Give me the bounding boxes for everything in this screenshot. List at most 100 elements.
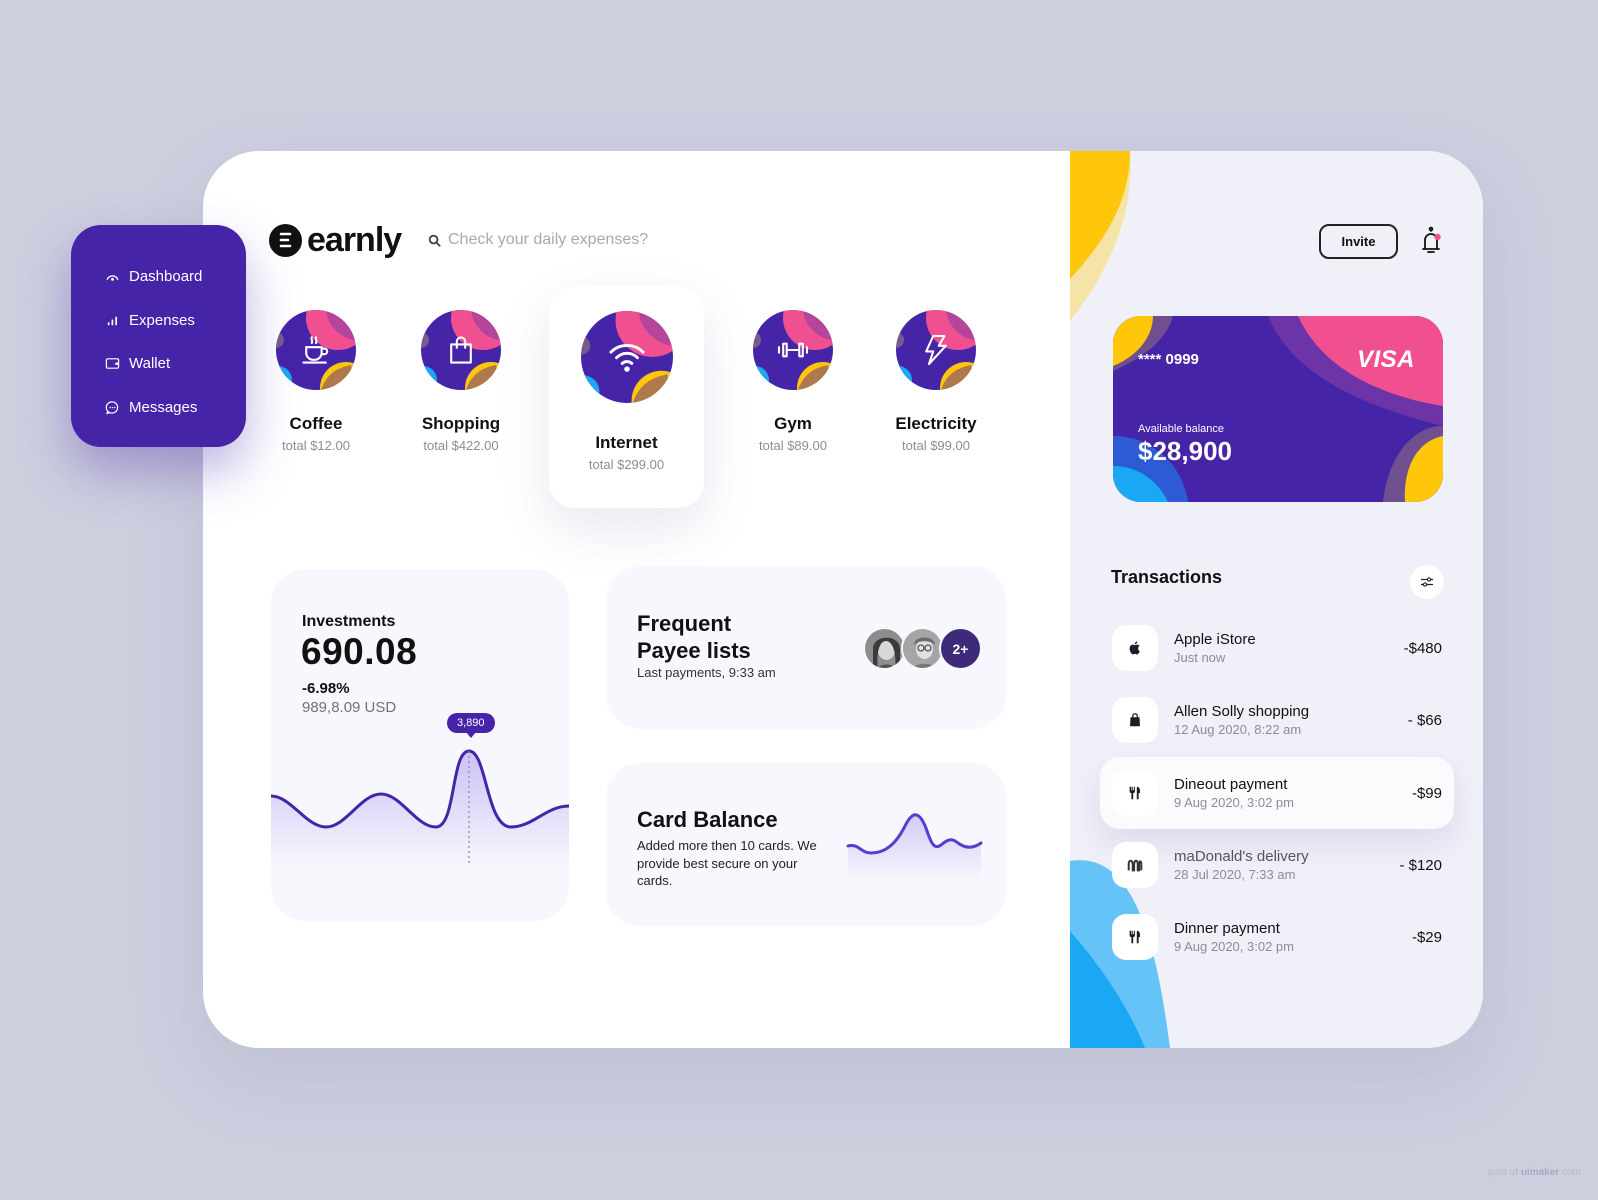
transaction-title: Apple iStore bbox=[1174, 631, 1256, 648]
category-badge bbox=[580, 311, 673, 403]
investments-usd: 989,8.09 USD bbox=[302, 699, 397, 716]
notification-dot bbox=[1434, 233, 1441, 241]
card-balance-card[interactable]: Card Balance Added more then 10 cards. W… bbox=[606, 763, 1006, 926]
watermark-suffix: .com bbox=[1559, 1167, 1581, 1178]
investments-card[interactable]: Investments 690.08 -6.98% 989,8.09 USD 3… bbox=[271, 569, 569, 921]
category-total: total $12.00 bbox=[282, 438, 350, 453]
apple-icon bbox=[1129, 641, 1140, 655]
transaction-title: Dinner payment bbox=[1174, 920, 1280, 937]
transaction-icon bbox=[1112, 697, 1158, 743]
card-number: **** 0999 bbox=[1138, 351, 1199, 368]
category-total: total $299.00 bbox=[588, 457, 665, 472]
investments-label: Investments bbox=[302, 613, 396, 630]
category-internet[interactable]: Internet total $299.00 bbox=[549, 286, 704, 508]
category-name: Internet bbox=[595, 433, 658, 452]
category-electricity[interactable]: Electricity total $99.00 bbox=[871, 310, 1001, 453]
balance-label: Available balance bbox=[1138, 423, 1225, 435]
category-total: total $89.00 bbox=[759, 438, 827, 453]
fork-knife-icon bbox=[1129, 786, 1141, 800]
investments-change: -6.98% bbox=[302, 680, 350, 697]
transaction-icon bbox=[1112, 770, 1158, 816]
gauge-icon bbox=[104, 269, 120, 285]
transaction-date: 28 Jul 2020, 7:33 am bbox=[1174, 867, 1296, 882]
brand-logo[interactable]: earnly bbox=[269, 221, 402, 259]
sidebar-item-wallet[interactable]: Wallet bbox=[71, 342, 246, 386]
card-balance-title: Card Balance bbox=[637, 807, 778, 832]
filter-button[interactable] bbox=[1410, 565, 1444, 599]
category-name: Coffee bbox=[289, 414, 343, 433]
transaction-date: Just now bbox=[1174, 650, 1226, 665]
shopping-bag-icon bbox=[450, 336, 472, 364]
earnly-logo-icon bbox=[269, 223, 302, 257]
category-shopping[interactable]: Shopping total $422.00 bbox=[396, 310, 526, 453]
sparkline-line bbox=[271, 749, 569, 829]
more-payees-badge[interactable]: 2+ bbox=[939, 627, 982, 670]
visa-logo: VISA bbox=[1356, 346, 1415, 373]
payee-subtitle: Last payments, 9:33 am bbox=[637, 665, 776, 680]
transaction-amount: - $66 bbox=[1407, 711, 1442, 729]
frequent-payee-card[interactable]: Frequent Payee lists Last payments, 9:33… bbox=[606, 566, 1006, 729]
transaction-row[interactable]: Apple iStore Just now -$480 bbox=[1100, 612, 1454, 684]
sidebar-item-label: Wallet bbox=[129, 355, 171, 373]
search-bar[interactable] bbox=[428, 231, 728, 249]
sidebar-item-label: Dashboard bbox=[129, 268, 203, 286]
dumbbell-icon bbox=[777, 342, 809, 358]
category-name: Shopping bbox=[421, 414, 501, 433]
notifications-button[interactable] bbox=[1418, 226, 1445, 256]
bell-icon bbox=[1422, 226, 1441, 253]
search-icon bbox=[428, 234, 441, 247]
transaction-date: 9 Aug 2020, 3:02 pm bbox=[1174, 939, 1294, 954]
transactions-title: Transactions bbox=[1111, 567, 1223, 587]
category-badge bbox=[276, 310, 356, 390]
sidebar-item-label: Expenses bbox=[129, 311, 195, 329]
lightning-icon bbox=[925, 334, 947, 366]
investments-value: 690.08 bbox=[301, 631, 418, 672]
category-name: Gym bbox=[774, 414, 812, 433]
transaction-row[interactable]: Dinner payment 9 Aug 2020, 3:02 pm -$29 bbox=[1100, 901, 1454, 973]
transaction-title: maDonald's delivery bbox=[1174, 848, 1309, 865]
category-gym[interactable]: Gym total $89.00 bbox=[728, 310, 858, 453]
sidebar-nav: Dashboard Expenses Wallet Messages bbox=[71, 225, 246, 447]
payee-title: Frequent Payee lists bbox=[637, 611, 751, 663]
card-balance-description: Added more then 10 cards. We provide bes… bbox=[637, 838, 817, 888]
transaction-row[interactable]: Dineout payment 9 Aug 2020, 3:02 pm -$99 bbox=[1100, 757, 1454, 829]
coffee-cup-icon bbox=[302, 336, 329, 364]
transaction-title: Allen Solly shopping bbox=[1174, 703, 1310, 720]
transaction-row[interactable]: maDonald's delivery 28 Jul 2020, 7:33 am… bbox=[1100, 829, 1454, 901]
transaction-amount: -$29 bbox=[1411, 928, 1442, 946]
category-badge bbox=[753, 310, 833, 390]
visa-card[interactable]: **** 0999 VISA Available balance $28,900 bbox=[1113, 316, 1443, 502]
transaction-date: 12 Aug 2020, 8:22 am bbox=[1174, 722, 1302, 737]
invite-button[interactable]: Invite bbox=[1319, 224, 1398, 259]
avatar[interactable] bbox=[901, 627, 944, 670]
wifi-icon bbox=[608, 343, 645, 372]
fork-knife-icon bbox=[1129, 930, 1141, 944]
card-balance-sparkline bbox=[846, 813, 983, 881]
sidebar-item-expenses[interactable]: Expenses bbox=[71, 299, 246, 343]
sidebar-item-messages[interactable]: Messages bbox=[71, 386, 246, 430]
transaction-amount: -$480 bbox=[1403, 639, 1442, 657]
card-background bbox=[1113, 316, 1443, 502]
mcdonalds-icon bbox=[1127, 859, 1143, 872]
category-coffee[interactable]: Coffee total $12.00 bbox=[251, 310, 381, 453]
brand-name: earnly bbox=[307, 221, 402, 259]
transaction-title: Dineout payment bbox=[1174, 776, 1288, 793]
category-name: Electricity bbox=[895, 414, 977, 433]
avatar[interactable] bbox=[863, 627, 906, 670]
watermark: post of uimaker.com bbox=[1488, 1167, 1581, 1178]
sidebar-item-dashboard[interactable]: Dashboard bbox=[71, 255, 246, 299]
transaction-icon bbox=[1112, 842, 1158, 888]
search-input[interactable] bbox=[448, 231, 708, 249]
transaction-amount: - $120 bbox=[1399, 856, 1442, 874]
sparkline-area bbox=[271, 751, 569, 869]
transaction-date: 9 Aug 2020, 3:02 pm bbox=[1174, 795, 1294, 810]
transaction-row[interactable]: Allen Solly shopping 12 Aug 2020, 8:22 a… bbox=[1100, 684, 1454, 756]
balance-amount: $28,900 bbox=[1138, 436, 1232, 466]
peak-tooltip: 3,890 bbox=[447, 713, 495, 738]
category-badge bbox=[421, 310, 501, 390]
shopping-bag-icon bbox=[1130, 713, 1140, 727]
category-total: total $422.00 bbox=[423, 438, 499, 453]
wallet-icon bbox=[104, 356, 120, 372]
category-total: total $99.00 bbox=[902, 438, 970, 453]
watermark-site: uimaker bbox=[1520, 1167, 1560, 1178]
